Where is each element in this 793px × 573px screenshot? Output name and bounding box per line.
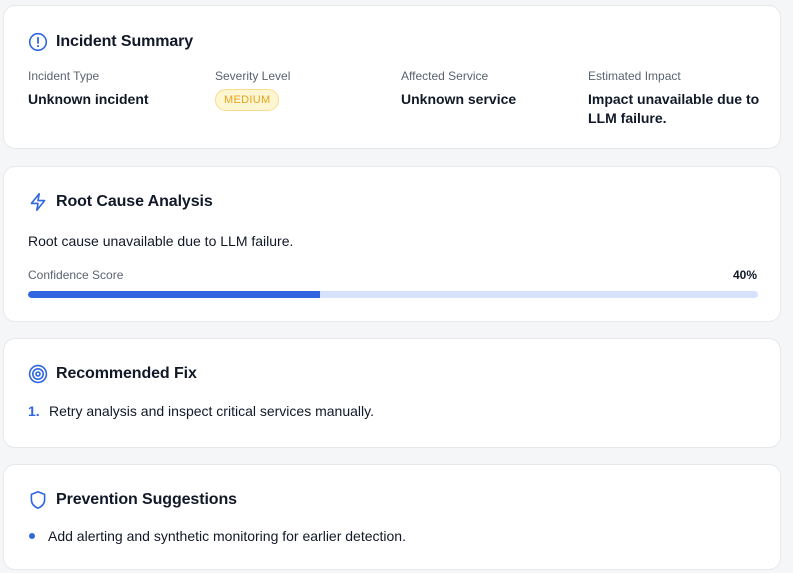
affected-service-value: Unknown service [401, 91, 517, 107]
fix-item-number: 1. [28, 403, 40, 419]
severity-level-field: Severity Level MEDIUM [215, 69, 390, 111]
prevention-suggestions-card: Prevention Suggestions Add alerting and … [3, 464, 781, 570]
confidence-score-value: 40% [732, 268, 757, 282]
incident-summary-card: Incident Summary Incident Type Unknown i… [3, 5, 781, 149]
root-cause-card: Root Cause Analysis Root cause unavailab… [3, 166, 781, 322]
prevention-list-item: Add alerting and synthetic monitoring fo… [28, 528, 406, 544]
recommended-fix-title: Recommended Fix [56, 365, 197, 382]
incident-summary-header: Incident Summary [28, 32, 193, 52]
root-cause-header: Root Cause Analysis [28, 192, 213, 212]
recommended-fix-header: Recommended Fix [28, 364, 197, 384]
severity-level-label: Severity Level [215, 69, 291, 83]
affected-service-field: Affected Service Unknown service [401, 69, 576, 109]
severity-badge: MEDIUM [215, 89, 280, 111]
alert-circle-icon [28, 32, 48, 52]
bullet-dot-icon [29, 533, 35, 539]
prevention-suggestions-title: Prevention Suggestions [56, 491, 237, 508]
estimated-impact-label: Estimated Impact [588, 69, 681, 83]
confidence-progress-fill [28, 291, 320, 298]
incident-type-field: Incident Type Unknown incident [28, 69, 203, 109]
estimated-impact-field: Estimated Impact Impact unavailable due … [588, 69, 763, 128]
prevention-item-text: Add alerting and synthetic monitoring fo… [48, 528, 406, 544]
incident-type-value: Unknown incident [28, 91, 149, 107]
root-cause-title: Root Cause Analysis [56, 193, 213, 210]
affected-service-label: Affected Service [401, 69, 489, 83]
target-icon [28, 364, 48, 384]
shield-icon [28, 490, 48, 510]
confidence-progress-bar [28, 291, 758, 298]
recommended-fix-card: Recommended Fix 1. Retry analysis and in… [3, 338, 781, 448]
root-cause-text: Root cause unavailable due to LLM failur… [28, 233, 294, 249]
lightning-icon [28, 192, 48, 212]
prevention-suggestions-header: Prevention Suggestions [28, 490, 237, 510]
incident-type-label: Incident Type [28, 69, 100, 83]
estimated-impact-value: Impact unavailable due to LLM failure. [588, 91, 760, 126]
incident-summary-title: Incident Summary [56, 33, 194, 50]
fix-item-text: Retry analysis and inspect critical serv… [49, 403, 374, 419]
confidence-score-label: Confidence Score [28, 268, 124, 282]
fix-list-item: 1. Retry analysis and inspect critical s… [28, 403, 374, 419]
